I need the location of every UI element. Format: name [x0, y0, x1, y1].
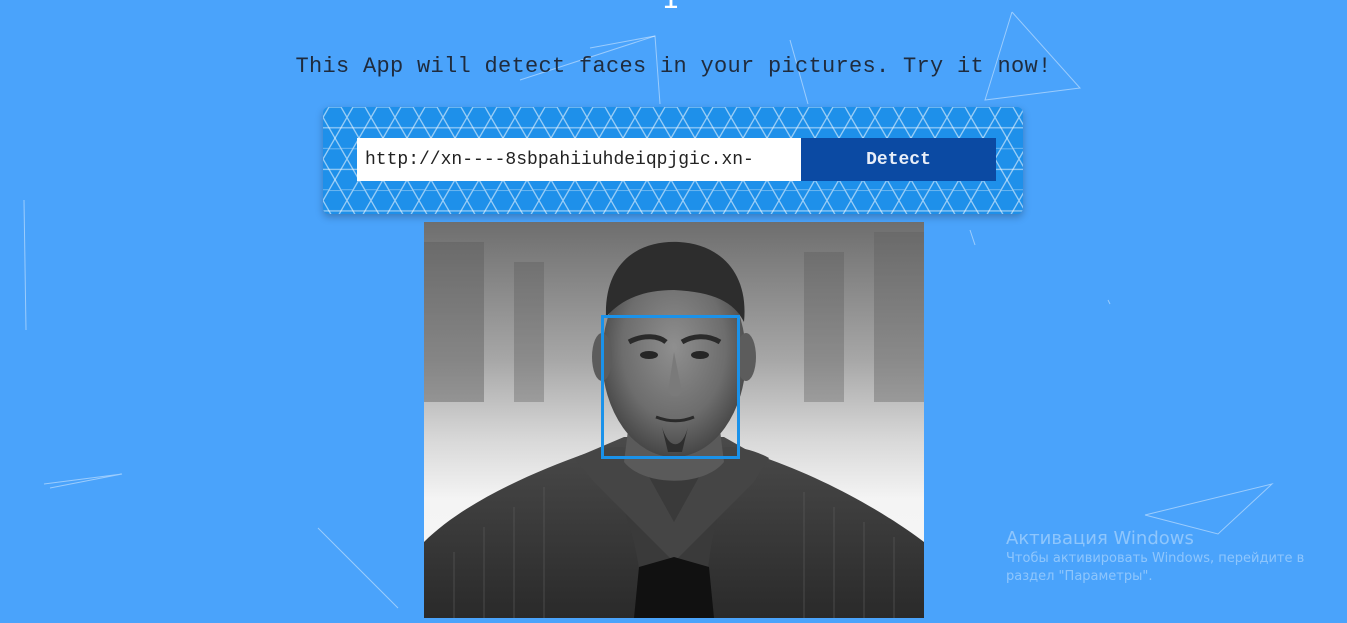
watermark-line-2: раздел "Параметры".: [1006, 569, 1153, 584]
watermark-title: Активация Windows: [1006, 528, 1194, 549]
watermark-line-1: Чтобы активировать Windows, перейдите в: [1006, 551, 1305, 566]
search-panel: Detect: [323, 107, 1023, 214]
face-detection-box: [601, 315, 740, 459]
detect-button[interactable]: Detect: [801, 138, 996, 181]
image-url-input[interactable]: [357, 138, 801, 181]
windows-activation-watermark: Активация Windows Чтобы активировать Win…: [1006, 528, 1304, 586]
header-glyph: I: [662, 0, 681, 18]
result-image: [424, 222, 924, 618]
page-tagline: This App will detect faces in your pictu…: [295, 54, 1052, 79]
